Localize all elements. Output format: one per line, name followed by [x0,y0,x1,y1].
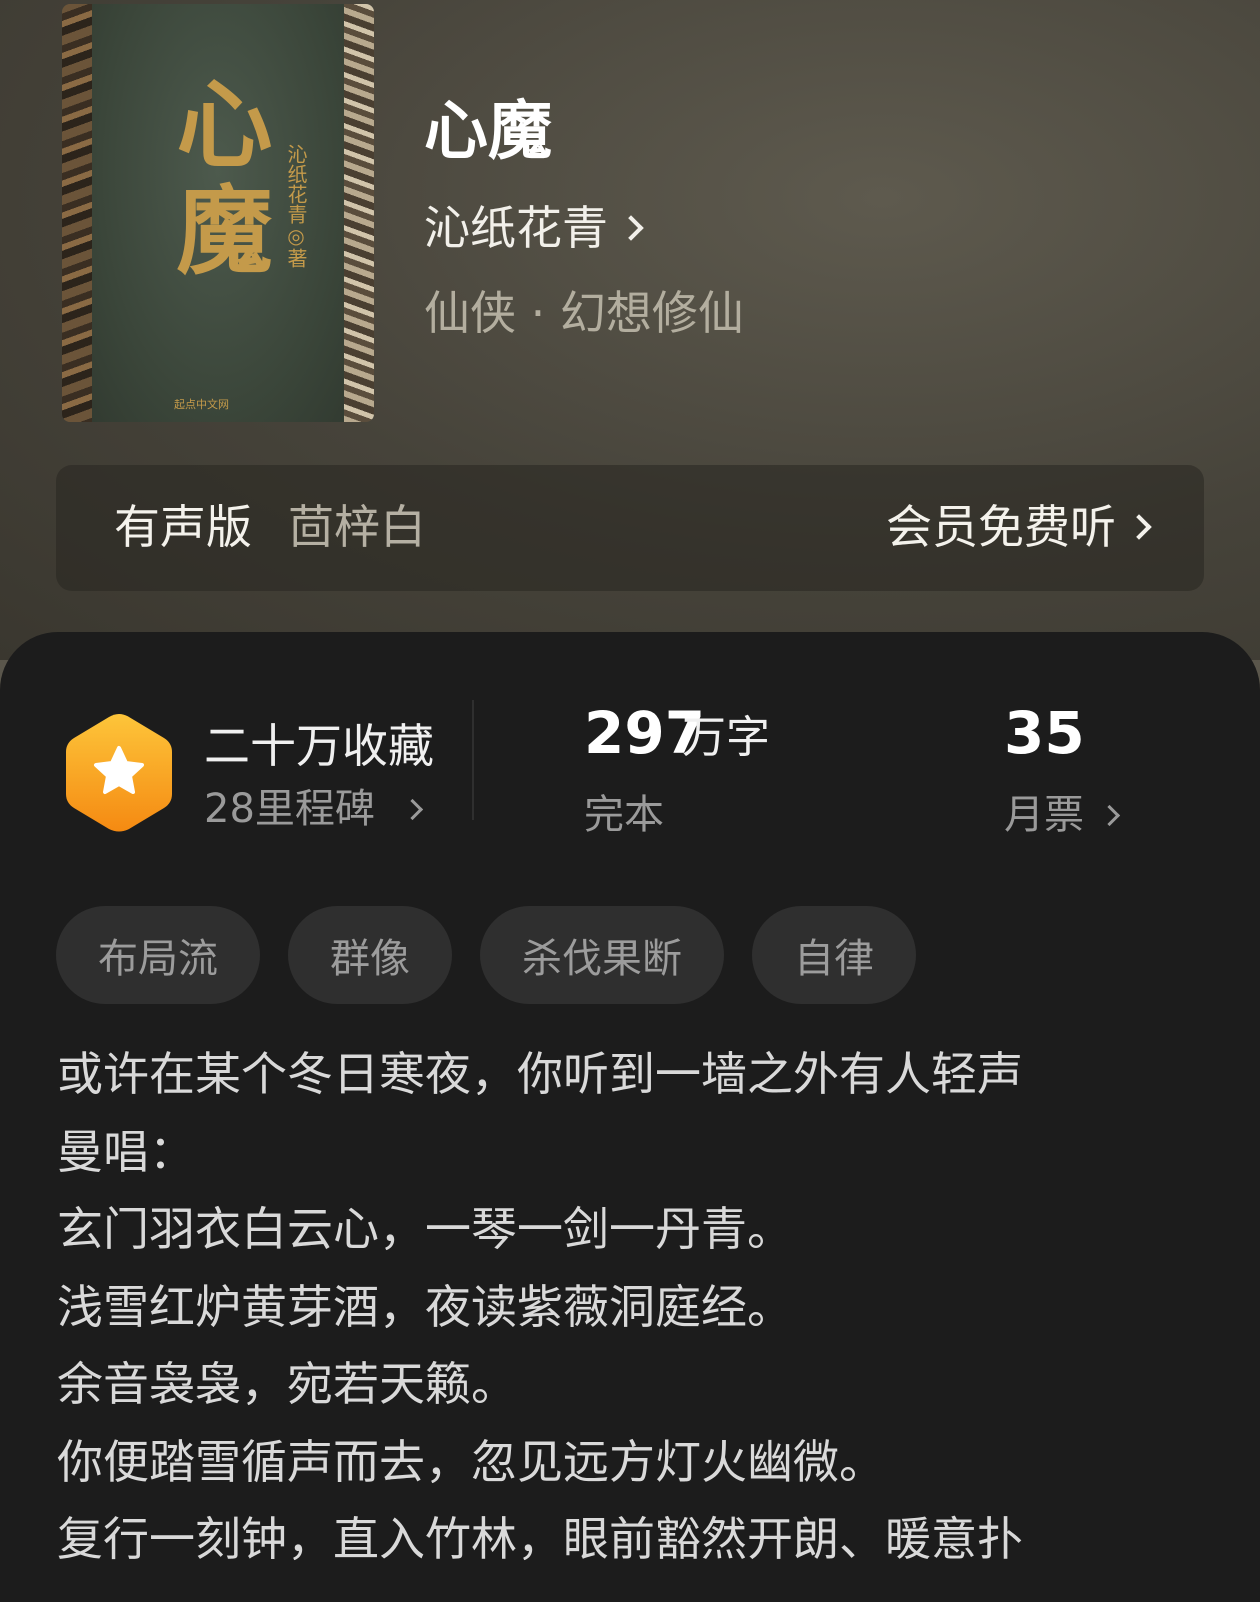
star-badge-icon [66,714,172,832]
cover-right-pattern [344,4,374,422]
synopsis-line: 玄门羽衣白云心，一琴一剑一丹青。 [57,1202,793,1256]
chevron-right-icon [401,798,424,820]
member-listen-label: 会员免费听 [886,500,1116,554]
book-synopsis[interactable]: 或许在某个冬日寒夜，你听到一墙之外有人轻声 曼唱： 玄门羽衣白云心，一琴一剑一丹… [57,1036,1187,1579]
monthly-ticket-link[interactable]: 月票 [1004,788,1121,842]
word-count-unit: 万字 [682,712,770,763]
book-title: 心魔 [424,95,552,169]
tag-chip[interactable]: 群像 [288,906,452,1004]
tag-chip[interactable]: 杀伐果断 [480,906,724,1004]
milestones-link[interactable]: 28里程碑 [204,782,424,836]
tag-chip[interactable]: 布局流 [56,906,260,1004]
milestones-label: 28里程碑 [204,786,375,832]
chevron-right-icon [618,215,644,241]
audio-narrator: 茴梓白 [288,500,426,554]
tag-list: 布局流 群像 杀伐果断 自律 [56,906,916,1004]
chevron-right-icon [1126,514,1152,540]
synopsis-line: 复行一刻钟，直入竹林，眼前豁然开朗、暖意扑 [57,1512,1023,1566]
stat-divider [472,700,474,820]
cover-author: 沁纸花青◎著 [284,144,308,268]
collection-count: 二十万收藏 [204,719,434,773]
audio-edition-bar[interactable]: 有声版 茴梓白 会员免费听 [56,465,1204,591]
monthly-ticket-label: 月票 [1004,792,1084,838]
synopsis-line: 曼唱： [57,1124,195,1179]
synopsis-line: 余音袅袅，宛若天籁。 [57,1357,517,1411]
chevron-right-icon [1098,804,1121,826]
author-name: 沁纸花青 [424,201,608,255]
completion-status: 完本 [584,792,664,838]
cover-title: 心魔 [160,74,273,286]
monthly-ticket-count: 35 [1004,699,1085,767]
book-header: 心魔 沁纸花青◎著 起点中文网 心魔 沁纸花青 仙侠 · 幻想修仙 有声版 茴梓… [0,0,1260,660]
cover-left-pattern [62,4,92,422]
audio-label: 有声版 [114,500,252,554]
synopsis-line: 你便踏雪循声而去，忽见远方灯火幽微。 [57,1434,885,1489]
book-genre: 仙侠 · 幻想修仙 [424,286,744,340]
member-listen-button[interactable]: 会员免费听 [886,497,1152,557]
book-detail-sheet: 二十万收藏 28里程碑 297 万字 完本 35 月票 布局流 群像 杀伐果断 … [0,632,1260,1602]
author-link[interactable]: 沁纸花青 [424,198,644,258]
tag-chip[interactable]: 自律 [752,906,916,1004]
synopsis-line: 浅雪红炉黄芽酒，夜读紫薇洞庭经。 [57,1279,793,1334]
synopsis-line: 或许在某个冬日寒夜，你听到一墙之外有人轻声 [57,1047,1023,1101]
book-cover[interactable]: 心魔 沁纸花青◎著 起点中文网 [62,4,374,422]
cover-publisher: 起点中文网 [174,398,229,411]
